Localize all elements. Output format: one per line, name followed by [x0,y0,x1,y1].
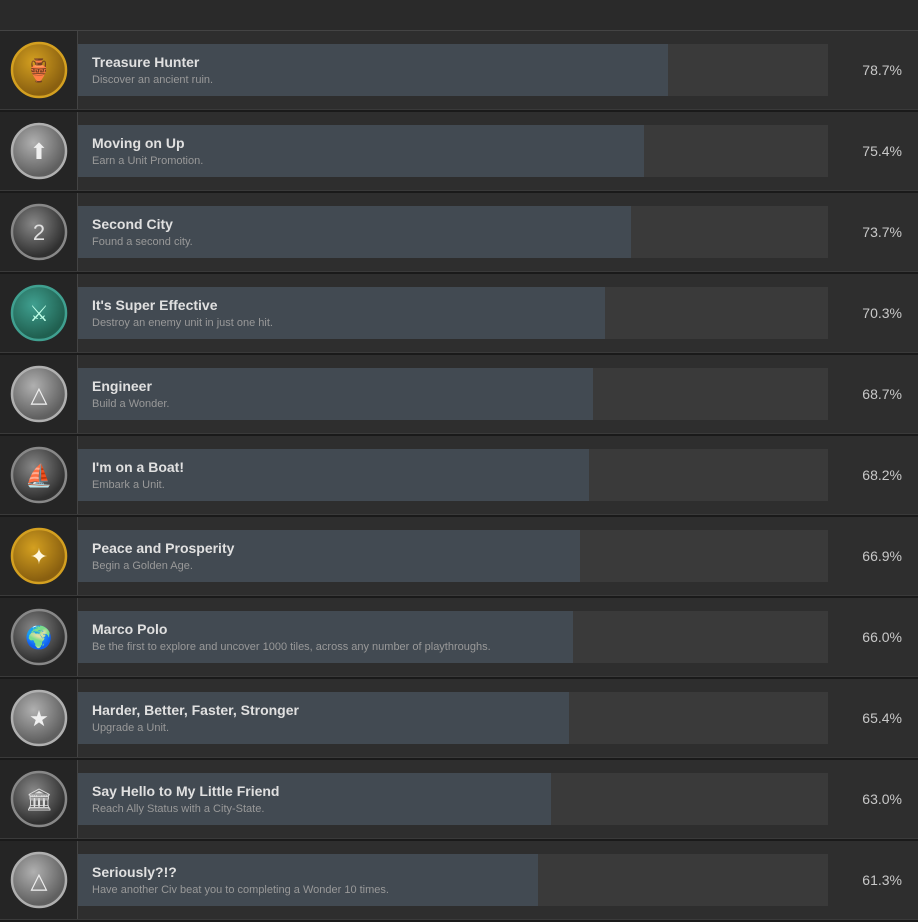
achievement-name: Marco Polo [92,621,814,637]
achievement-info: Seriously?!? Have another Civ beat you t… [78,854,828,906]
achievement-row: ⬆ Moving on Up Earn a Unit Promotion. 75… [0,112,918,191]
achievement-icon: 🌍 [0,598,78,676]
bar-fill [78,44,668,96]
achievement-row: △ Engineer Build a Wonder. 68.7% [0,355,918,434]
achievement-info: Engineer Build a Wonder. [78,368,828,420]
achievement-description: Embark a Unit. [92,479,814,491]
bar-fill [78,368,593,420]
header [0,0,918,31]
bar-fill [78,854,538,906]
achievement-percent: 73.7% [828,224,918,240]
achievement-icon: ★ [0,679,78,757]
achievement-icon: ✦ [0,517,78,595]
achievement-name: Seriously?!? [92,864,814,880]
achievement-info: Second City Found a second city. [78,206,828,258]
achievement-row: ★ Harder, Better, Faster, Stronger Upgra… [0,679,918,758]
achievement-icon: 🏺 [0,31,78,109]
achievement-row: ⛵ I'm on a Boat! Embark a Unit. 68.2% [0,436,918,515]
achievement-icon: ⛵ [0,436,78,514]
achievement-percent: 66.9% [828,548,918,564]
bar-fill [78,206,631,258]
bar-fill [78,773,551,825]
achievement-description: Begin a Golden Age. [92,560,814,572]
achievement-name: Say Hello to My Little Friend [92,783,814,799]
svg-text:✦: ✦ [29,544,47,569]
achievement-row: △ Seriously?!? Have another Civ beat you… [0,841,918,920]
achievement-percent: 75.4% [828,143,918,159]
achievement-icon: ⚔ [0,274,78,352]
svg-text:2: 2 [32,220,44,245]
achievement-percent: 61.3% [828,872,918,888]
achievement-info: Harder, Better, Faster, Stronger Upgrade… [78,692,828,744]
achievement-percent: 66.0% [828,629,918,645]
achievement-description: Found a second city. [92,236,814,248]
achievement-percent: 65.4% [828,710,918,726]
achievement-description: Be the first to explore and uncover 1000… [92,641,814,653]
bar-fill [78,530,580,582]
achievement-info: Peace and Prosperity Begin a Golden Age. [78,530,828,582]
achievement-info: Marco Polo Be the first to explore and u… [78,611,828,663]
achievement-description: Have another Civ beat you to completing … [92,884,814,896]
achievement-info: I'm on a Boat! Embark a Unit. [78,449,828,501]
achievement-name: Harder, Better, Faster, Stronger [92,702,814,718]
achievement-description: Build a Wonder. [92,398,814,410]
achievement-info: Say Hello to My Little Friend Reach Ally… [78,773,828,825]
bar-fill [78,692,569,744]
bar-fill [78,611,573,663]
achievement-row: 🏛 Say Hello to My Little Friend Reach Al… [0,760,918,839]
achievement-percent: 78.7% [828,62,918,78]
achievement-percent: 68.2% [828,467,918,483]
achievement-info: Treasure Hunter Discover an ancient ruin… [78,44,828,96]
achievement-description: Earn a Unit Promotion. [92,155,814,167]
achievement-info: Moving on Up Earn a Unit Promotion. [78,125,828,177]
svg-text:⛵: ⛵ [25,463,52,488]
achievement-name: I'm on a Boat! [92,459,814,475]
svg-text:🏺: 🏺 [25,58,52,83]
svg-text:★: ★ [29,706,49,731]
achievement-row: 2 Second City Found a second city. 73.7% [0,193,918,272]
svg-text:🏛: 🏛 [25,787,53,812]
bar-fill [78,125,644,177]
achievement-row: 🌍 Marco Polo Be the first to explore and… [0,598,918,677]
achievement-name: Second City [92,216,814,232]
bar-fill [78,449,589,501]
achievement-row: ⚔ It's Super Effective Destroy an enemy … [0,274,918,353]
achievement-percent: 68.7% [828,386,918,402]
achievements-list: 🏺 Treasure Hunter Discover an ancient ru… [0,31,918,920]
achievement-description: Destroy an enemy unit in just one hit. [92,317,814,329]
svg-text:△: △ [30,382,47,407]
achievement-percent: 70.3% [828,305,918,321]
achievement-icon: 🏛 [0,760,78,838]
achievement-name: Moving on Up [92,135,814,151]
svg-text:⬆: ⬆ [29,139,47,164]
achievement-description: Reach Ally Status with a City-State. [92,803,814,815]
achievement-icon: △ [0,355,78,433]
achievement-icon: ⬆ [0,112,78,190]
achievement-icon: △ [0,841,78,919]
achievement-row: ✦ Peace and Prosperity Begin a Golden Ag… [0,517,918,596]
achievement-description: Discover an ancient ruin. [92,74,814,86]
achievement-percent: 63.0% [828,791,918,807]
bar-fill [78,287,605,339]
svg-text:△: △ [30,868,47,893]
achievement-name: Peace and Prosperity [92,540,814,556]
svg-text:🌍: 🌍 [25,625,52,650]
achievement-row: 🏺 Treasure Hunter Discover an ancient ru… [0,31,918,110]
achievement-name: Treasure Hunter [92,54,814,70]
achievement-name: Engineer [92,378,814,394]
achievement-description: Upgrade a Unit. [92,722,814,734]
achievement-icon: 2 [0,193,78,271]
svg-text:⚔: ⚔ [29,301,49,326]
achievement-name: It's Super Effective [92,297,814,313]
achievement-info: It's Super Effective Destroy an enemy un… [78,287,828,339]
